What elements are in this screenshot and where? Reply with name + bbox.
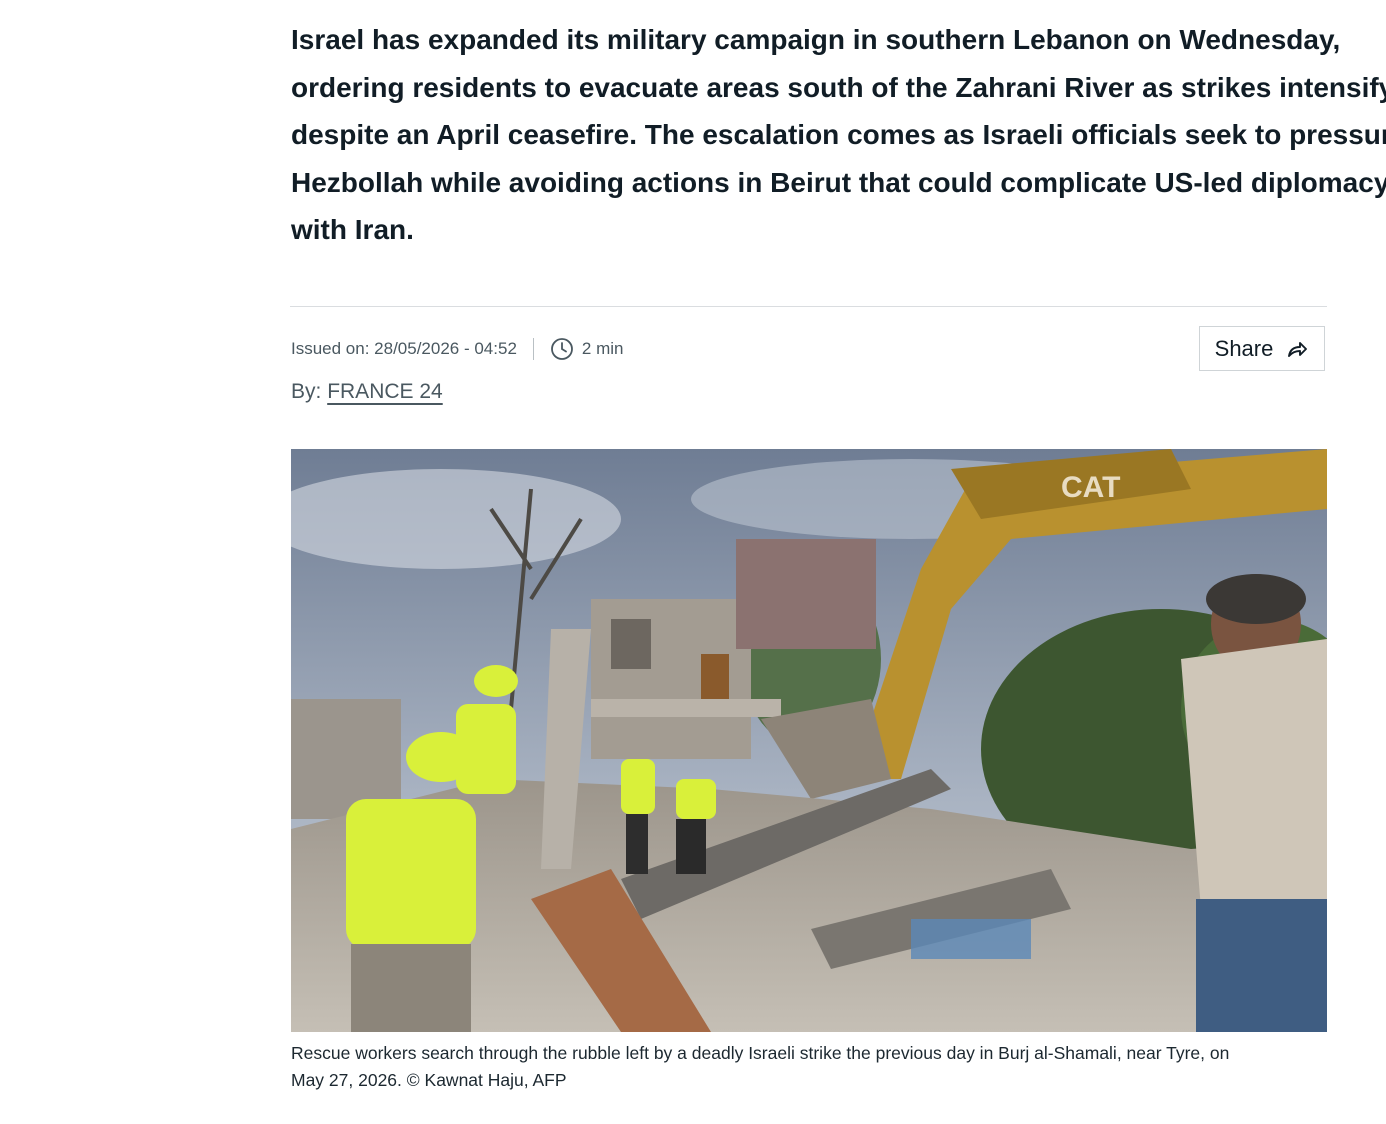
caption-line: May 27, 2026. © Kawnat Haju, AFP	[291, 1069, 567, 1090]
lede-line: Israel has expanded its military campaig…	[291, 24, 1341, 55]
lede-line: despite an April ceasefire. The escalati…	[291, 119, 1386, 150]
byline: By: FRANCE 24	[291, 380, 443, 404]
article-meta: Issued on: 28/05/2026 - 04:52 2 min	[291, 334, 623, 364]
byline-prefix: By:	[291, 380, 322, 403]
photo-caption: Rescue workers search through the rubble…	[291, 1040, 1327, 1093]
article-lede: Israel has expanded its military campaig…	[291, 16, 1386, 254]
read-time: 2 min	[581, 339, 624, 358]
issued-date: Issued on: 28/05/2026 - 04:52	[291, 339, 517, 358]
share-button[interactable]: Share	[1199, 326, 1325, 371]
lede-line: Hezbollah while avoiding actions in Beir…	[291, 166, 1386, 198]
meta-separator	[532, 338, 534, 360]
cat-logo-text: CAT	[1061, 471, 1120, 504]
byline-author-link[interactable]: FRANCE 24	[327, 380, 443, 403]
share-label: Share	[1214, 335, 1274, 361]
clock-icon	[550, 337, 574, 361]
article-photo: CAT	[291, 449, 1327, 1032]
lede-line: ordering residents to evacuate areas sou…	[291, 71, 1386, 103]
lede-line: with Iran.	[291, 214, 414, 245]
caption-line: Rescue workers search through the rubble…	[291, 1043, 1230, 1063]
meta-divider	[290, 306, 1327, 307]
share-arrow-icon	[1285, 337, 1309, 361]
